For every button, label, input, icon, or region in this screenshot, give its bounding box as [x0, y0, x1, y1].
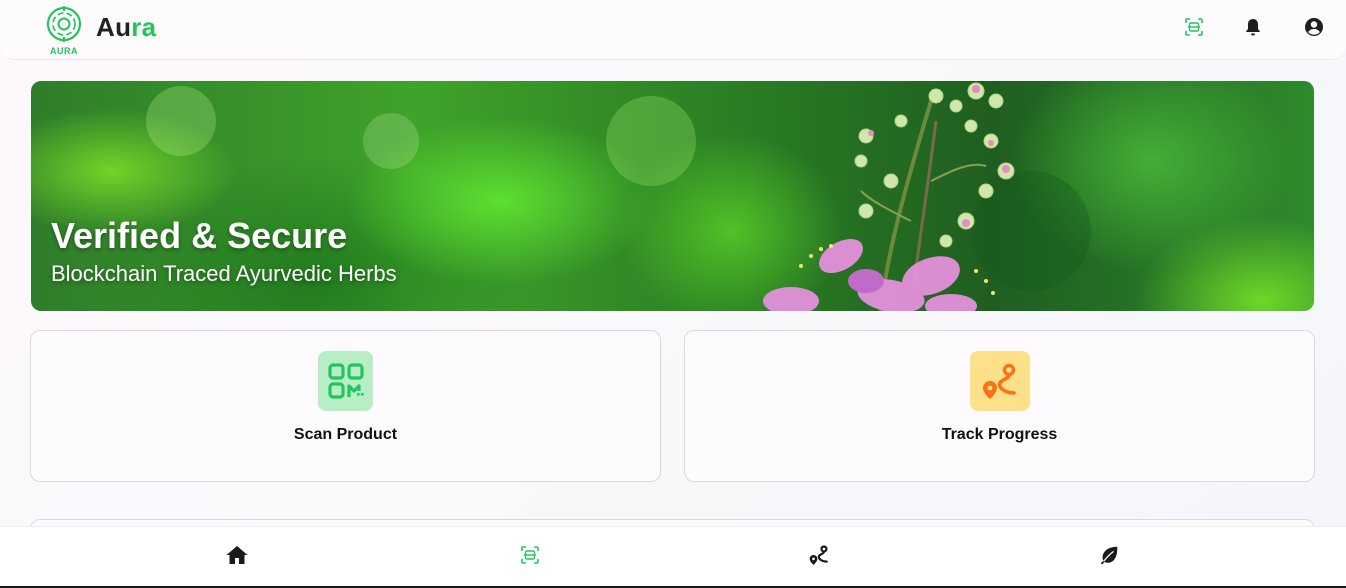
route-icon [983, 363, 1016, 399]
account-button[interactable] [1303, 16, 1325, 38]
qr-code-icon [327, 363, 364, 399]
hero-banner: Verified & Secure Blockchain Traced Ayur… [31, 81, 1314, 311]
track-progress-label: Track Progress [941, 426, 1058, 443]
hero-title: Verified & Secure [51, 215, 348, 256]
track-progress-icon-tile [970, 351, 1030, 411]
scan-product-icon-tile [318, 351, 373, 411]
route-icon [809, 545, 828, 565]
scan-icon [521, 546, 539, 564]
scan-product-card[interactable]: Scan Product [30, 330, 661, 482]
app-name-main: Au [96, 12, 132, 42]
bell-icon [1246, 19, 1260, 36]
track-progress-card[interactable]: Track Progress [684, 330, 1315, 482]
scan-product-label: Scan Product [293, 426, 398, 443]
bottom-navigation [0, 526, 1346, 588]
aura-logo[interactable]: AURA [44, 5, 84, 57]
home-icon [226, 546, 248, 564]
top-app-bar: AURA Aura [0, 0, 1346, 60]
app-name-accent: ra [131, 12, 157, 42]
account-icon [1305, 18, 1323, 36]
hero-subtitle: Blockchain Traced Ayurvedic Herbs [51, 261, 397, 286]
leaf-icon [1100, 546, 1118, 565]
scan-icon [1185, 18, 1203, 36]
app-name: Aura [96, 12, 156, 43]
nav-scan[interactable] [518, 543, 542, 567]
nav-herbs[interactable] [1097, 543, 1121, 567]
header-scan-button[interactable] [1183, 16, 1205, 38]
nav-home[interactable] [225, 543, 249, 567]
notifications-button[interactable] [1242, 16, 1264, 38]
nav-track[interactable] [807, 543, 831, 567]
logo-caption: AURA [50, 46, 78, 56]
